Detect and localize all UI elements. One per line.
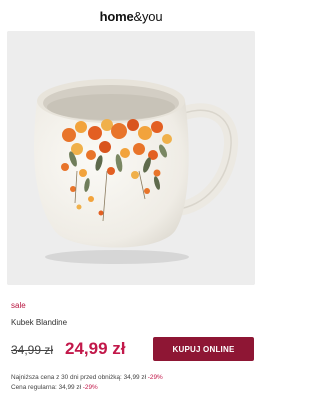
current-price: 24,99 zł [65,339,126,358]
brand-logo[interactable]: home&you [0,9,262,24]
brand-logo-part1: home [99,9,134,24]
old-price: 34,99 zł [11,343,54,357]
regular-price-discount: -29% [82,384,98,391]
regular-price-text: Cena regularna: 34,99 zł [11,384,81,391]
product-image[interactable] [7,31,255,285]
mug-illustration [7,31,255,285]
lowest-price-info: Najniższa cena z 30 dni przed obniżką: 3… [11,374,163,381]
regular-price-info: Cena regularna: 34,99 zł -29% [11,384,98,391]
lowest-price-text: Najniższa cena z 30 dni przed obniżką: 3… [11,374,146,381]
brand-logo-part2: &you [133,9,163,24]
product-name[interactable]: Kubek Blandine [11,318,67,327]
lowest-price-discount: -29% [147,374,163,381]
sale-tag: sale [11,301,26,310]
buy-online-button[interactable]: KUPUJ ONLINE [153,337,254,361]
